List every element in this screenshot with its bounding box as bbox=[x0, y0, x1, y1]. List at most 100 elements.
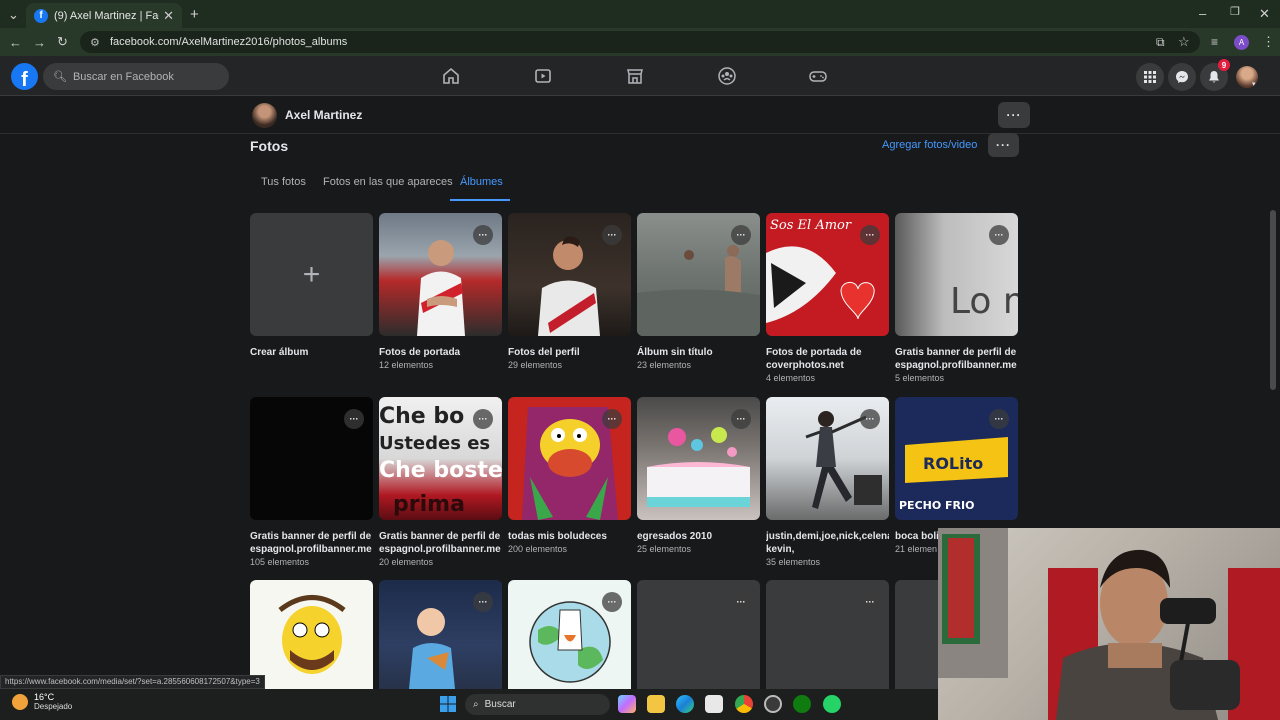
page-scrollbar[interactable] bbox=[1270, 210, 1276, 390]
album-name[interactable]: Gratis banner de perfil de espagnol.profi… bbox=[250, 530, 373, 556]
album-card[interactable]: Che bo Ustedes es Che boste prima ··· Grati… bbox=[379, 397, 502, 567]
album-options-icon[interactable]: ··· bbox=[602, 592, 622, 612]
video-icon[interactable] bbox=[533, 66, 553, 86]
album-thumbnail[interactable]: Sos El Amor ··· bbox=[766, 213, 889, 336]
weather-widget[interactable]: 16°C Despejado bbox=[12, 692, 72, 712]
album-card[interactable] bbox=[250, 580, 373, 689]
album-name[interactable]: Álbum sin título bbox=[637, 346, 760, 359]
bookmark-star-icon[interactable]: ☆ bbox=[1178, 35, 1190, 48]
album-thumbnail[interactable] bbox=[895, 580, 938, 689]
album-card[interactable]: ··· Fotos de portada 12 elementos bbox=[379, 213, 502, 370]
tab-photos-of-you[interactable]: Fotos en las que apareces bbox=[323, 176, 453, 188]
album-thumbnail[interactable]: ··· bbox=[637, 213, 760, 336]
edge-icon[interactable] bbox=[676, 695, 694, 713]
album-card[interactable]: ··· bbox=[379, 580, 502, 689]
groups-icon[interactable] bbox=[717, 66, 737, 86]
album-thumbnail[interactable]: ··· bbox=[508, 213, 631, 336]
gaming-icon[interactable] bbox=[808, 66, 828, 86]
album-name[interactable]: egresados 2010 bbox=[637, 530, 760, 543]
photos-more-button[interactable]: ··· bbox=[988, 133, 1019, 157]
windows-start-icon[interactable] bbox=[440, 696, 456, 712]
album-card[interactable]: ··· bbox=[508, 580, 631, 689]
album-options-icon[interactable]: ··· bbox=[860, 592, 880, 612]
album-thumbnail[interactable]: ··· bbox=[508, 580, 631, 689]
whatsapp-icon[interactable] bbox=[823, 695, 841, 713]
album-card[interactable] bbox=[895, 580, 938, 689]
tab-albums[interactable]: Álbumes bbox=[460, 176, 503, 188]
album-name[interactable]: todas mis boludeces bbox=[508, 530, 631, 543]
xbox-icon[interactable] bbox=[793, 695, 811, 713]
album-options-icon[interactable]: ··· bbox=[602, 225, 622, 245]
album-card[interactable]: ··· todas mis boludeces 200 elementos bbox=[508, 397, 631, 554]
minimize-icon[interactable]: – bbox=[1199, 7, 1206, 20]
tab-your-photos[interactable]: Tus fotos bbox=[261, 176, 306, 188]
album-name[interactable]: Fotos de portada de coverphotos.net bbox=[766, 346, 889, 372]
taskbar-search-input[interactable]: ⌕ Buscar bbox=[465, 694, 610, 715]
url-bar[interactable]: ⚙ facebook.com/AxelMartinez2016/photos_a… bbox=[80, 31, 1200, 53]
install-app-icon[interactable]: ⧉ bbox=[1156, 36, 1165, 48]
add-photos-link[interactable]: Agregar fotos/video bbox=[882, 139, 977, 151]
profile-avatar[interactable] bbox=[252, 103, 277, 128]
tab-search-icon[interactable]: ⌄ bbox=[8, 8, 19, 21]
album-options-icon[interactable]: ··· bbox=[989, 409, 1009, 429]
album-options-icon[interactable]: ··· bbox=[473, 225, 493, 245]
album-thumbnail[interactable]: ··· bbox=[766, 580, 889, 689]
album-card[interactable]: ··· Álbum sin título 23 elementos bbox=[637, 213, 760, 370]
create-album-card[interactable]: + Crear álbum bbox=[250, 213, 373, 359]
album-options-icon[interactable]: ··· bbox=[860, 225, 880, 245]
album-thumbnail[interactable]: ··· bbox=[508, 397, 631, 520]
album-thumbnail[interactable]: ··· bbox=[637, 580, 760, 689]
profile-name[interactable]: Axel Martinez bbox=[285, 108, 362, 122]
album-card[interactable]: ··· bbox=[637, 580, 760, 689]
album-card[interactable]: ··· bbox=[766, 580, 889, 689]
album-name[interactable]: Gratis banner de perfil de espagnol.profi… bbox=[379, 530, 502, 556]
album-name[interactable]: Fotos del perfil bbox=[508, 346, 631, 359]
album-thumbnail[interactable]: ··· bbox=[637, 397, 760, 520]
store-icon[interactable] bbox=[705, 695, 723, 713]
album-thumbnail[interactable]: ··· bbox=[250, 397, 373, 520]
album-options-icon[interactable]: ··· bbox=[860, 409, 880, 429]
album-thumbnail[interactable] bbox=[250, 580, 373, 689]
album-thumbnail[interactable]: ··· bbox=[379, 213, 502, 336]
close-tab-icon[interactable]: ✕ bbox=[163, 8, 174, 24]
album-options-icon[interactable]: ··· bbox=[731, 225, 751, 245]
back-icon[interactable]: ← bbox=[9, 36, 22, 49]
album-card[interactable]: Sos El Amor ··· Fotos de portada de cover… bbox=[766, 213, 889, 383]
forward-icon[interactable]: → bbox=[33, 36, 46, 49]
profile-more-button[interactable]: ··· bbox=[998, 102, 1030, 128]
browser-profile-avatar[interactable]: A bbox=[1234, 35, 1249, 50]
window-close-icon[interactable]: ✕ bbox=[1259, 7, 1270, 20]
album-name[interactable]: Fotos de portada bbox=[379, 346, 502, 359]
album-thumbnail[interactable]: Che bo Ustedes es Che boste prima ··· bbox=[379, 397, 502, 520]
browser-tab[interactable]: f (9) Axel Martinez | Facebook ✕ bbox=[26, 3, 182, 28]
account-chevron-down-icon[interactable]: ▾ bbox=[1252, 80, 1256, 88]
album-options-icon[interactable]: ··· bbox=[473, 592, 493, 612]
marketplace-icon[interactable] bbox=[625, 66, 645, 86]
album-options-icon[interactable]: ··· bbox=[473, 409, 493, 429]
album-thumbnail[interactable]: ··· bbox=[379, 580, 502, 689]
album-thumbnail[interactable]: ROLito PECHO FRIO ··· bbox=[895, 397, 1018, 520]
album-card[interactable]: ··· Fotos del perfil 29 elementos bbox=[508, 213, 631, 370]
media-control-icon[interactable]: ≡ bbox=[1211, 36, 1218, 48]
album-thumbnail[interactable]: Lo m ··· bbox=[895, 213, 1018, 336]
album-options-icon[interactable]: ··· bbox=[731, 592, 751, 612]
album-options-icon[interactable]: ··· bbox=[989, 225, 1009, 245]
chrome-icon[interactable] bbox=[735, 695, 753, 713]
facebook-search-input[interactable]: 🔍︎ Buscar en Facebook bbox=[43, 63, 229, 90]
restore-icon[interactable]: ❐ bbox=[1230, 7, 1240, 18]
file-explorer-icon[interactable] bbox=[647, 695, 665, 713]
album-thumbnail[interactable]: ··· bbox=[766, 397, 889, 520]
facebook-logo-icon[interactable]: f bbox=[11, 63, 38, 90]
album-card[interactable]: Lo m ··· Gratis banner de perfil de espag… bbox=[895, 213, 1018, 383]
album-card[interactable]: ··· egresados 2010 25 elementos bbox=[637, 397, 760, 554]
messenger-icon[interactable] bbox=[1168, 63, 1196, 91]
browser-menu-icon[interactable]: ⋮ bbox=[1262, 35, 1275, 48]
reload-icon[interactable]: ↻ bbox=[57, 35, 68, 48]
album-card[interactable]: ··· justin,demi,joe,nick,celena, kevin, 3… bbox=[766, 397, 889, 567]
album-card[interactable]: ··· Gratis banner de perfil de espagnol.p… bbox=[250, 397, 373, 567]
album-options-icon[interactable]: ··· bbox=[731, 409, 751, 429]
album-options-icon[interactable]: ··· bbox=[602, 409, 622, 429]
menu-grid-icon[interactable] bbox=[1136, 63, 1164, 91]
site-info-icon[interactable]: ⚙ bbox=[90, 36, 102, 49]
album-name[interactable]: Gratis banner de perfil de espagnol.profi… bbox=[895, 346, 1018, 372]
